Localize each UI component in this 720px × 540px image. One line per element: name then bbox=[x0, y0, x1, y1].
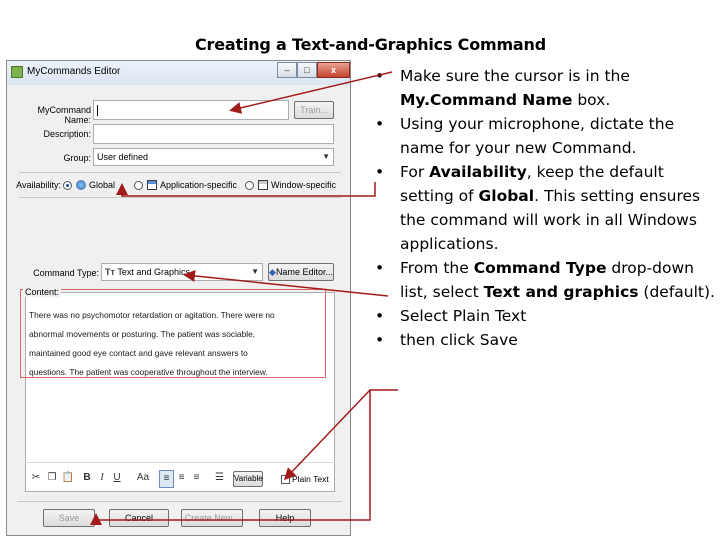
application-window-icon bbox=[147, 180, 157, 190]
instruction-text: For bbox=[400, 163, 430, 181]
description-label: Description: bbox=[43, 129, 91, 139]
bullet-list-icon[interactable]: ☰ bbox=[213, 470, 226, 486]
content-label: Content: bbox=[23, 287, 62, 297]
align-left-icon[interactable]: ≡ bbox=[159, 470, 174, 488]
emphasis-text: Text and graphics bbox=[483, 283, 639, 301]
availability-window-radio[interactable] bbox=[245, 181, 254, 190]
instruction-text: From the bbox=[400, 259, 474, 277]
bullet-icon: • bbox=[375, 307, 385, 325]
cut-icon[interactable]: ✂ bbox=[29, 470, 43, 486]
emphasis-text: Command Type bbox=[473, 259, 607, 277]
align-center-icon[interactable]: ≡ bbox=[175, 470, 188, 486]
command-type-label: Command Type: bbox=[33, 268, 99, 278]
command-type-value: Text and Graphics bbox=[117, 267, 190, 277]
instruction-list: • Make sure the cursor is in the My.Comma… bbox=[375, 64, 715, 352]
name-editor-button[interactable]: ◆Name Editor... bbox=[268, 263, 334, 281]
close-button[interactable]: x bbox=[317, 62, 350, 78]
content-highlight-box bbox=[20, 289, 326, 378]
instruction-item: • From the Command Type drop-down list, s… bbox=[375, 256, 715, 304]
italic-button[interactable]: I bbox=[96, 470, 108, 486]
bullet-icon: • bbox=[375, 331, 385, 349]
instruction-text: Make sure the cursor is in the bbox=[400, 67, 630, 85]
cancel-button[interactable]: Cancel bbox=[109, 509, 169, 527]
separator bbox=[19, 172, 341, 173]
bullet-icon: • bbox=[375, 163, 385, 181]
paste-icon[interactable]: 📋 bbox=[61, 470, 75, 486]
group-value: User defined bbox=[97, 152, 149, 162]
instruction-text: (default). bbox=[638, 283, 715, 301]
instruction-text: box. bbox=[572, 91, 611, 109]
underline-button[interactable]: U bbox=[111, 470, 123, 486]
emphasis-text: My.Command Name bbox=[400, 91, 573, 109]
chevron-down-icon: ▼ bbox=[251, 267, 259, 276]
emphasis-text: Availability bbox=[429, 163, 527, 181]
maximize-button[interactable]: □ bbox=[297, 62, 317, 78]
globe-icon bbox=[76, 180, 86, 190]
window-title: MyCommands Editor bbox=[27, 66, 121, 77]
availability-application-radio[interactable] bbox=[134, 181, 143, 190]
command-name-input[interactable] bbox=[93, 100, 289, 120]
group-select[interactable]: User defined ▼ bbox=[93, 148, 334, 166]
separator bbox=[19, 197, 341, 198]
text-graphics-icon: Tт bbox=[105, 267, 115, 277]
bold-button[interactable]: B bbox=[81, 470, 93, 486]
availability-global-radio[interactable] bbox=[63, 181, 72, 190]
help-button[interactable]: Help bbox=[259, 509, 311, 527]
separator bbox=[17, 501, 342, 502]
plain-text-label: Plain Text bbox=[292, 474, 329, 484]
availability-global-label: Global bbox=[89, 180, 116, 190]
description-input[interactable] bbox=[93, 124, 334, 144]
instruction-text: Select Plain Text bbox=[400, 307, 527, 325]
command-name-label: MyCommand Name: bbox=[37, 105, 91, 125]
instruction-item: • then click Save bbox=[375, 328, 715, 352]
bullet-icon: • bbox=[375, 115, 385, 133]
group-label: Group: bbox=[63, 153, 91, 163]
bullet-icon: • bbox=[375, 67, 385, 85]
plain-text-checkbox[interactable] bbox=[281, 475, 290, 484]
create-new-button[interactable]: Create New... bbox=[181, 509, 243, 527]
title-bar: MyCommands Editor – □ x bbox=[7, 61, 350, 85]
instruction-item: • Make sure the cursor is in the My.Comma… bbox=[375, 64, 715, 112]
minimize-button[interactable]: – bbox=[277, 62, 297, 78]
availability-window-label: Window-specific bbox=[271, 180, 337, 190]
instruction-text: then click Save bbox=[400, 331, 518, 349]
bullet-icon: • bbox=[375, 259, 385, 277]
variable-button[interactable]: Variable bbox=[233, 471, 263, 487]
instruction-item: • For Availability, keep the default sett… bbox=[375, 160, 715, 256]
instruction-text: Using your microphone, dictate the name … bbox=[400, 115, 675, 157]
text-cursor bbox=[97, 105, 98, 117]
name-editor-icon: ◆ bbox=[269, 267, 276, 277]
save-button[interactable]: Save bbox=[43, 509, 95, 527]
window-icon bbox=[258, 180, 268, 190]
align-right-icon[interactable]: ≡ bbox=[190, 470, 203, 486]
availability-label: Availability: bbox=[16, 180, 61, 190]
separator bbox=[27, 462, 333, 463]
instruction-item: • Select Plain Text bbox=[375, 304, 715, 328]
chevron-down-icon: ▼ bbox=[322, 152, 330, 161]
instruction-item: • Using your microphone, dictate the name… bbox=[375, 112, 715, 160]
font-button[interactable]: Aa bbox=[134, 470, 152, 486]
command-type-select[interactable]: Tт Text and Graphics ▼ bbox=[101, 263, 263, 281]
availability-application-label: Application-specific bbox=[160, 180, 238, 190]
copy-icon[interactable]: ❐ bbox=[45, 470, 59, 486]
slide-title: Creating a Text-and-Graphics Command bbox=[195, 35, 546, 54]
emphasis-text: Global bbox=[478, 187, 535, 205]
train-button[interactable]: Train... bbox=[294, 101, 334, 119]
app-icon bbox=[11, 66, 23, 78]
